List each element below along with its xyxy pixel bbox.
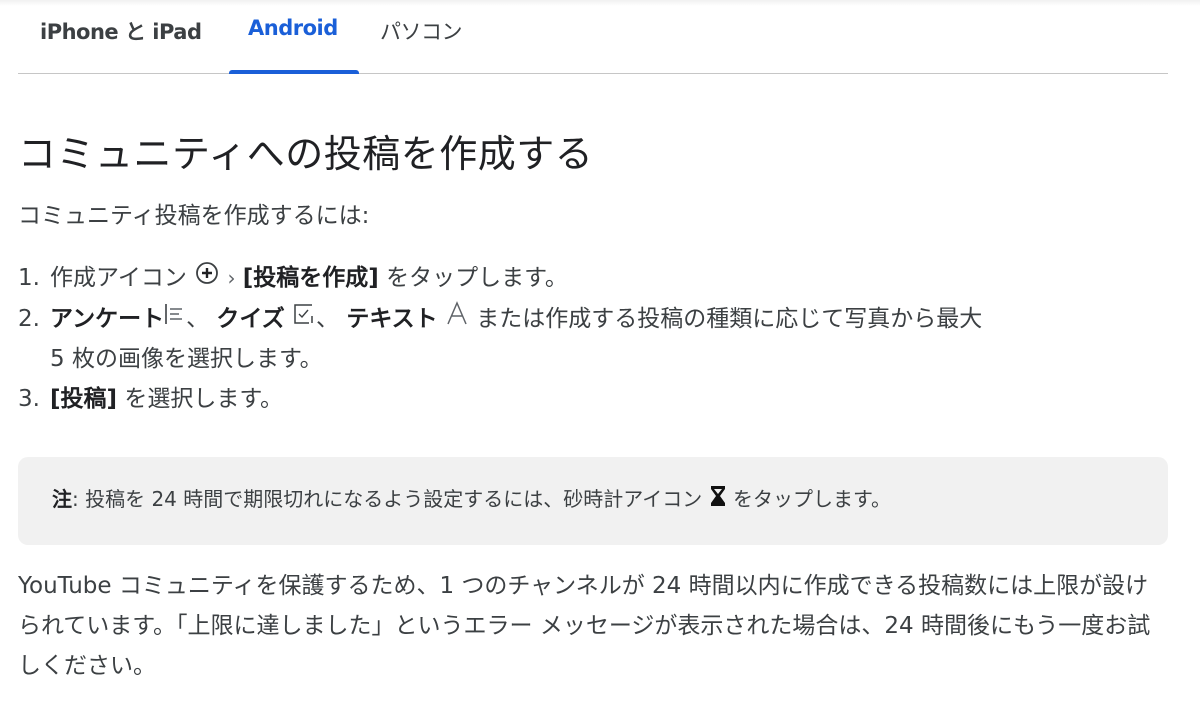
- separator: 、: [186, 305, 210, 332]
- step-number: 2.: [18, 305, 40, 332]
- chevron-right-icon: ›: [227, 266, 236, 290]
- add-circle-icon: [194, 259, 220, 299]
- hourglass-icon: [709, 484, 727, 517]
- tab-pc[interactable]: パソコン: [380, 16, 463, 73]
- page-title: コミュニティへの投稿を作成する: [18, 132, 594, 176]
- separator: 、: [316, 305, 340, 332]
- text-icon: [445, 299, 469, 339]
- step-number: 1.: [18, 265, 40, 291]
- quiz-icon: [292, 299, 316, 339]
- step-text: または作成する投稿の種類に応じて写真から最大: [476, 305, 983, 332]
- note-body-end: をタップします。: [732, 487, 891, 511]
- step-2: 2. アンケート、 クイズ 、 テキスト または作成する投稿の種類に応じて写真か…: [18, 299, 1168, 380]
- tab-android[interactable]: Android: [229, 16, 359, 74]
- step-text: を選択します。: [124, 386, 284, 412]
- steps-list: 1. 作成アイコン › [投稿を作成] をタップします。 2. アンケート、 ク…: [18, 258, 1168, 419]
- note-text: 注: 投稿を 24 時間で期限切れになるよう設定するには、砂時計アイコン をタッ…: [52, 483, 891, 517]
- step-3: 3. [投稿] を選択します。: [18, 379, 1168, 419]
- step-text-cont: 5 枚の画像を選択します。: [50, 346, 323, 372]
- step-text: をタップします。: [386, 265, 568, 291]
- step-bold-text: テキスト: [346, 305, 438, 332]
- poll-icon: [164, 299, 186, 339]
- step-number: 3.: [18, 386, 40, 412]
- step-bold: [投稿]: [50, 386, 118, 412]
- step-bold: [投稿を作成]: [242, 265, 379, 291]
- note-label: 注: [52, 487, 72, 511]
- step-bold-poll: アンケート: [50, 305, 165, 332]
- limit-paragraph: YouTube コミュニティを保護するため、1 つのチャンネルが 24 時間以内…: [18, 573, 1151, 679]
- note-body: : 投稿を 24 時間で期限切れになるよう設定するには、砂時計アイコン: [72, 487, 703, 511]
- step-text: 作成アイコン: [50, 265, 187, 291]
- platform-tabs: iPhone と iPad Android パソコン: [18, 0, 1168, 74]
- step-bold-quiz: クイズ: [216, 305, 285, 332]
- note-box: 注: 投稿を 24 時間で期限切れになるよう設定するには、砂時計アイコン をタッ…: [18, 457, 1168, 545]
- step-1: 1. 作成アイコン › [投稿を作成] をタップします。: [18, 258, 1168, 299]
- intro-text: コミュニティ投稿を作成するには:: [18, 203, 370, 229]
- tab-iphone-ipad[interactable]: iPhone と iPad: [40, 16, 202, 73]
